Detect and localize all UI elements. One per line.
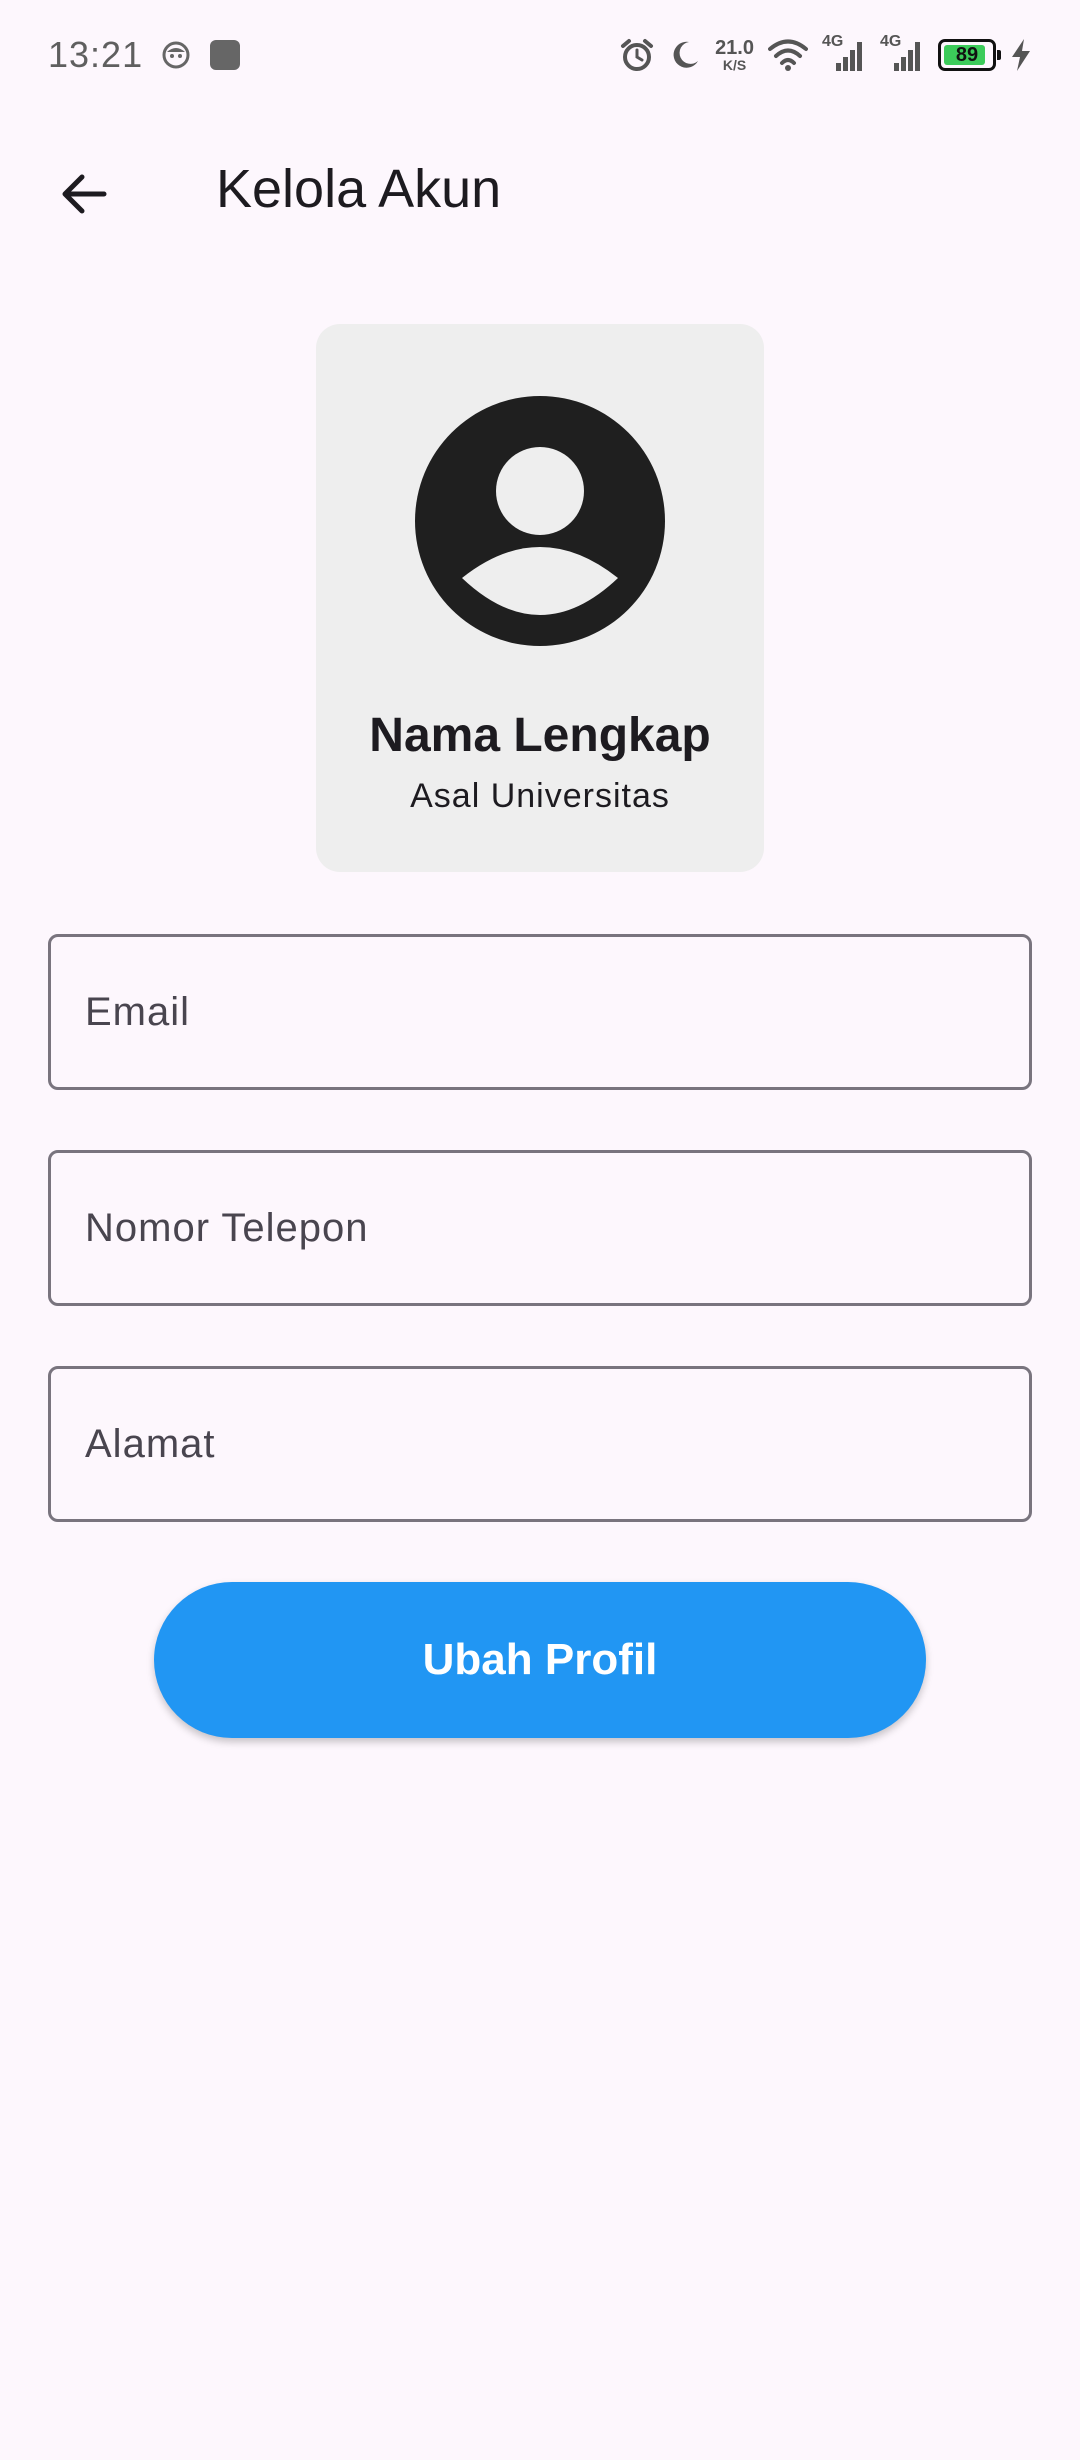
screen: 13:21 21.0 K/S 4G 4G 89 Kelola Akun Nama… (0, 0, 1080, 2460)
app-notification-icon (209, 39, 241, 71)
address-input[interactable] (85, 1421, 995, 1467)
alarm-icon (619, 37, 655, 73)
page-title: Kelola Akun (216, 159, 502, 219)
profile-name: Nama Lengkap (369, 709, 711, 762)
address-field[interactable] (48, 1366, 1032, 1522)
arrow-back-icon (62, 174, 107, 214)
status-left: 13:21 (48, 34, 241, 76)
net-speed-unit: K/S (722, 57, 747, 73)
charging-icon (1010, 38, 1032, 72)
email-input[interactable] (85, 989, 995, 1035)
battery-icon: 89 (938, 39, 1001, 71)
update-profile-button[interactable]: Ubah Profil (154, 1582, 926, 1738)
net-speed-value: 21.0 (715, 37, 754, 59)
status-bar: 13:21 21.0 K/S 4G 4G 89 (0, 0, 1080, 110)
signal-icon: 4G (880, 33, 924, 73)
status-time: 13:21 (48, 34, 144, 75)
net-speed: 21.0 K/S (715, 38, 754, 72)
phone-input[interactable] (85, 1205, 995, 1251)
face-notification-icon (161, 40, 191, 70)
signal-2-label: 4G (880, 33, 902, 50)
signal-1-label: 4G (822, 33, 844, 50)
do-not-disturb-moon-icon (669, 39, 701, 71)
profile-university: Asal Universitas (410, 777, 670, 815)
app-bar: Kelola Akun (0, 130, 1080, 250)
signal-icon: 4G (822, 33, 866, 73)
wifi-icon (768, 38, 808, 72)
phone-field[interactable] (48, 1150, 1032, 1306)
battery-level: 89 (955, 43, 979, 66)
account-circle-icon (415, 396, 665, 646)
back-button[interactable] (40, 150, 128, 238)
status-right: 21.0 K/S 4G 4G 89 (619, 33, 1032, 73)
profile-card: Nama Lengkap Asal Universitas (316, 324, 764, 872)
email-field[interactable] (48, 934, 1032, 1090)
